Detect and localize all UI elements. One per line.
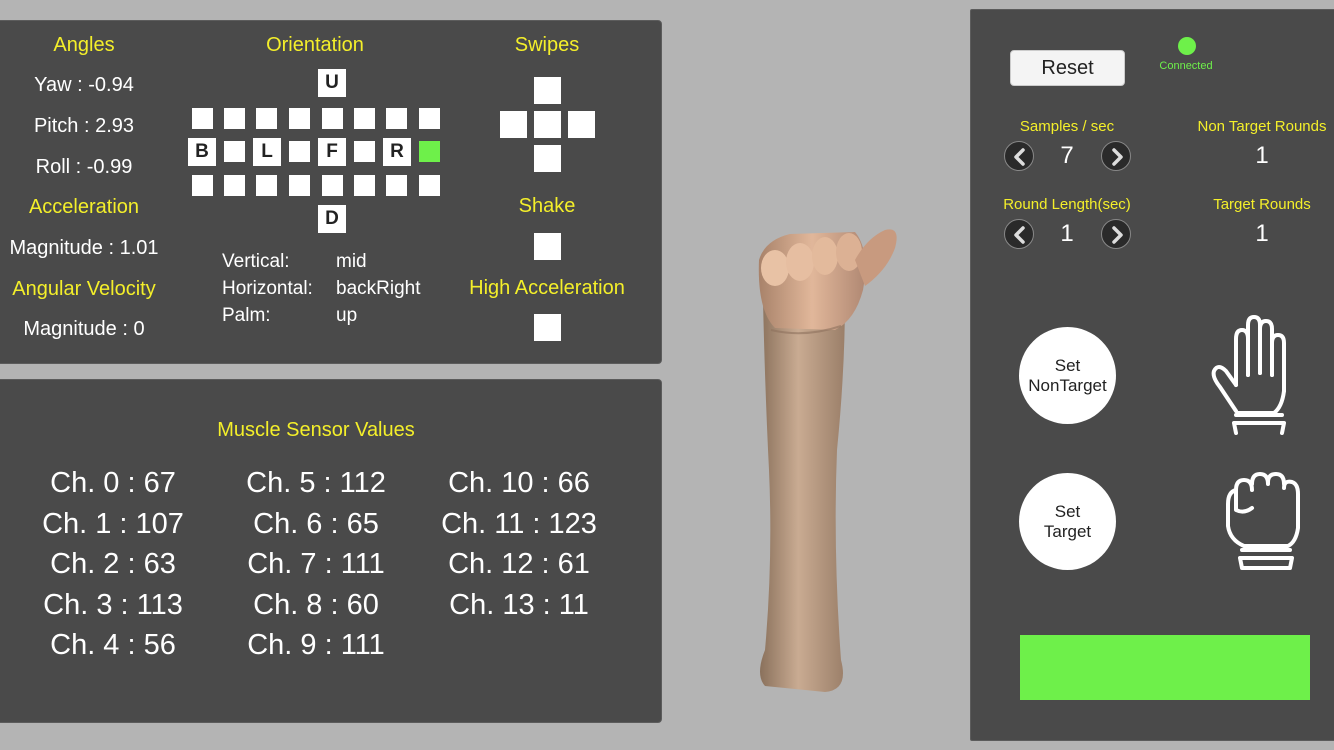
- shake-indicator: [534, 233, 561, 260]
- channel-value: Ch. 10 : 66: [448, 467, 590, 499]
- chevron-right-icon: [1112, 148, 1123, 166]
- vertical-label: Vertical:: [222, 251, 290, 272]
- set-target-line2: Target: [1043, 521, 1092, 541]
- swipe-up-indicator: [534, 77, 561, 104]
- swipes-heading: Swipes: [514, 34, 580, 56]
- orientation-down-cell: D: [318, 205, 346, 233]
- palm-value: up: [336, 305, 358, 326]
- chevron-left-icon: [1014, 148, 1025, 166]
- channel-value: Ch. 4 : 56: [50, 629, 176, 661]
- orientation-cell: [289, 175, 310, 196]
- channel-value: Ch. 0 : 67: [50, 467, 176, 499]
- channel-value: Ch. 9 : 111: [247, 629, 385, 661]
- round-length-increase-button[interactable]: [1101, 219, 1131, 249]
- orientation-cell: [192, 108, 213, 129]
- yaw-value: Yaw : -0.94: [34, 74, 134, 96]
- orientation-cell: [354, 175, 375, 196]
- set-target-line1: Set: [1054, 501, 1081, 521]
- orientation-cell: [419, 175, 440, 196]
- channel-value: Ch. 1 : 107: [42, 508, 184, 540]
- orientation-cell: [354, 141, 375, 162]
- orientation-cell: [322, 175, 343, 196]
- channel-value: Ch. 8 : 60: [253, 589, 379, 621]
- set-nontarget-line2: NonTarget: [1028, 375, 1107, 395]
- channel-value: Ch. 12 : 61: [448, 548, 590, 580]
- vertical-value: mid: [336, 251, 367, 272]
- target-rounds-label: Target Rounds: [1213, 196, 1311, 213]
- arm-3d-model: [758, 229, 897, 692]
- orientation-cell: [256, 175, 277, 196]
- open-hand-icon: [1211, 315, 1286, 435]
- horizontal-value: backRight: [336, 278, 421, 299]
- samples-per-sec-label: Samples / sec: [1019, 118, 1115, 135]
- orientation-cell: [386, 108, 407, 129]
- channel-value: Ch. 7 : 111: [247, 548, 385, 580]
- channel-value: Ch. 5 : 112: [246, 467, 386, 499]
- samples-increase-button[interactable]: [1101, 141, 1131, 171]
- round-length-label: Round Length(sec): [1003, 196, 1131, 213]
- channel-value: Ch. 11 : 123: [441, 508, 597, 540]
- orientation-heading: Orientation: [266, 34, 364, 56]
- pitch-value: Pitch : 2.93: [33, 115, 135, 137]
- acceleration-magnitude: Magnitude : 1.01: [9, 237, 159, 259]
- reset-button[interactable]: Reset: [1010, 50, 1125, 86]
- closed-fist-icon: [1226, 472, 1300, 570]
- swipe-left-indicator: [500, 111, 527, 138]
- swipe-right-indicator: [568, 111, 595, 138]
- orientation-left-cell: L: [253, 138, 281, 166]
- orientation-cell: [354, 108, 375, 129]
- orientation-cell: [224, 175, 245, 196]
- non-target-rounds-value: 1: [1255, 142, 1269, 169]
- connection-status-indicator: [1178, 37, 1196, 55]
- round-length-decrease-button[interactable]: [1004, 219, 1034, 249]
- chevron-right-icon: [1112, 226, 1123, 244]
- training-status-bar: [1020, 635, 1310, 700]
- orientation-cell: [419, 108, 440, 129]
- orientation-cell: [224, 141, 245, 162]
- orientation-front-cell: F: [318, 138, 346, 166]
- round-length-value: 1: [1060, 220, 1074, 247]
- set-target-button[interactable]: Set Target: [1019, 473, 1116, 570]
- swipe-down-indicator: [534, 145, 561, 172]
- non-target-rounds-label: Non Target Rounds: [1197, 118, 1327, 135]
- orientation-cell: [289, 108, 310, 129]
- set-nontarget-button[interactable]: Set NonTarget: [1019, 327, 1116, 424]
- orientation-cell: [322, 108, 343, 129]
- horizontal-label: Horizontal:: [222, 278, 313, 299]
- set-nontarget-line1: Set: [1054, 355, 1081, 375]
- orientation-cell: [256, 108, 277, 129]
- angular-velocity-magnitude: Magnitude : 0: [23, 318, 145, 340]
- muscle-sensor-heading: Muscle Sensor Values: [217, 419, 415, 441]
- swipe-center-indicator: [534, 111, 561, 138]
- angles-heading: Angles: [53, 34, 115, 56]
- orientation-cell: [224, 108, 245, 129]
- high-acceleration-indicator: [534, 314, 561, 341]
- target-rounds-value: 1: [1255, 220, 1269, 247]
- orientation-cell: [192, 175, 213, 196]
- orientation-active-cell: [419, 141, 440, 162]
- high-acceleration-heading: High Acceleration: [469, 277, 625, 299]
- acceleration-heading: Acceleration: [28, 196, 140, 218]
- roll-value: Roll : -0.99: [35, 156, 133, 178]
- samples-per-sec-value: 7: [1060, 142, 1074, 169]
- orientation-up-cell: U: [318, 69, 346, 97]
- shake-heading: Shake: [518, 195, 576, 217]
- angular-velocity-heading: Angular Velocity: [12, 278, 156, 300]
- samples-decrease-button[interactable]: [1004, 141, 1034, 171]
- channel-value: Ch. 13 : 11: [449, 589, 589, 621]
- channel-value: Ch. 3 : 113: [43, 589, 183, 621]
- orientation-right-cell: R: [383, 138, 411, 166]
- connection-status-label: Connected: [1159, 60, 1213, 72]
- orientation-back-cell: B: [188, 138, 216, 166]
- channel-value: Ch. 6 : 65: [253, 508, 379, 540]
- channel-value: Ch. 2 : 63: [50, 548, 176, 580]
- palm-label: Palm:: [222, 305, 271, 326]
- orientation-cell: [289, 141, 310, 162]
- chevron-left-icon: [1014, 226, 1025, 244]
- orientation-cell: [386, 175, 407, 196]
